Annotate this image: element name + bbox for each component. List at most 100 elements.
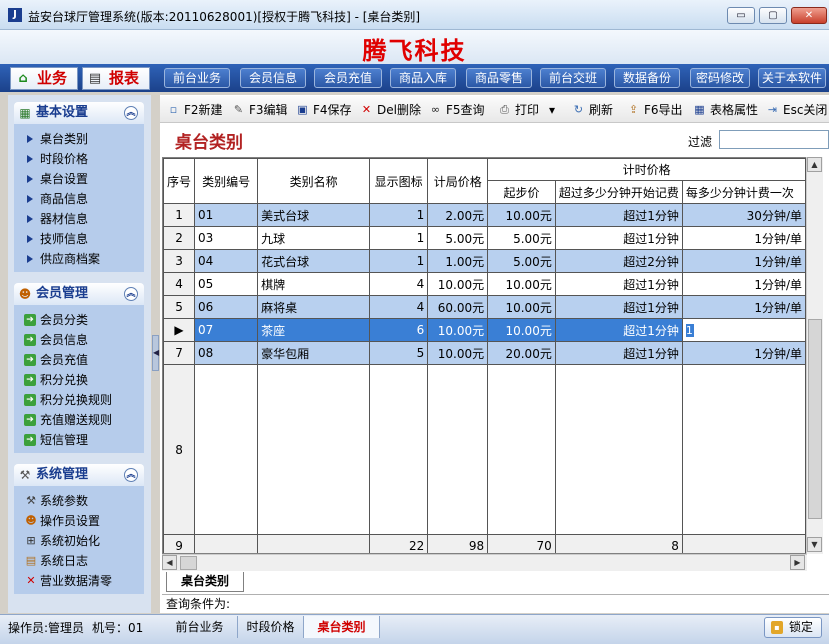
cell-over[interactable]: 超过1分钟 (554, 272, 683, 296)
data-grid[interactable]: 序号 类别编号 类别名称 显示图标 计局价格 计时价格 起步价 超过多少分钟开始… (162, 157, 807, 554)
sidebar-item-goods-info[interactable]: 商品信息 (24, 190, 88, 208)
minimize-button[interactable]: ▭ (727, 7, 755, 24)
cell-over[interactable]: 超过1分钟 (554, 318, 683, 342)
new-button[interactable]: ▫ F2新建 (166, 101, 223, 119)
cell-start[interactable]: 10.00元 (487, 203, 556, 227)
sidebar-item-recharge-bonus-rules[interactable]: ➔ 充值赠送规则 (24, 411, 112, 429)
collapse-panel-icon[interactable]: ◀ (152, 335, 159, 371)
cell-code[interactable]: 05 (194, 272, 259, 296)
sidebar-item-table-category[interactable]: 桌台类别 (24, 130, 88, 148)
cell-every[interactable]: 30分钟/单 (681, 203, 806, 227)
status-tab-period-price[interactable]: 时段价格 (238, 616, 304, 638)
lock-button[interactable]: ▪ 锁定 (764, 617, 822, 638)
edit-button[interactable]: ✎ F3编辑 (231, 101, 288, 119)
cell-every[interactable]: 1分钟/单 (681, 226, 806, 250)
sidebar-item-equipment-info[interactable]: 器材信息 (24, 210, 88, 228)
menu-data-backup[interactable]: 数据备份 (614, 68, 680, 88)
cell-empty[interactable] (554, 364, 683, 535)
sidebar-item-system-params[interactable]: ⚒ 系统参数 (24, 492, 88, 510)
close-form-button[interactable]: ⇥ Esc关闭 (765, 101, 828, 119)
header-icon[interactable]: 显示图标 (369, 158, 429, 204)
sidebar-item-member-category[interactable]: ➔ 会员分类 (24, 311, 88, 329)
collapse-icon[interactable]: ︽ (124, 106, 138, 120)
cell-code[interactable]: 06 (194, 295, 259, 319)
header-seq[interactable]: 序号 (163, 158, 196, 204)
cell-empty[interactable] (369, 364, 429, 535)
cell-price[interactable]: 10.00元 (427, 341, 489, 365)
header-code[interactable]: 类别编号 (194, 158, 259, 204)
cell-every[interactable]: 1分钟/单 (681, 295, 806, 319)
sidebar-item-period-price[interactable]: 时段价格 (24, 150, 88, 168)
tab-business[interactable]: ⌂ 业务 (10, 67, 78, 90)
cell-empty[interactable] (257, 364, 371, 535)
cell-start[interactable]: 10.00元 (487, 272, 556, 296)
cell-over[interactable]: 超过1分钟 (554, 226, 683, 250)
scroll-thumb[interactable] (808, 319, 822, 519)
vertical-scrollbar[interactable]: ▲ ▼ (806, 157, 823, 554)
cell-price[interactable]: 1.00元 (427, 249, 489, 273)
delete-button[interactable]: ✕ Del删除 (359, 101, 421, 119)
menu-front-business[interactable]: 前台业务 (164, 68, 230, 88)
table-row-selected[interactable]: ▶ 07 茶座 6 10.00元 10.00元 超过1分钟 1 (163, 318, 806, 342)
cell-icon[interactable]: 6 (369, 318, 429, 342)
table-row[interactable]: 5 06 麻将桌 4 60.00元 10.00元 超过1分钟 1分钟/单 (163, 295, 806, 319)
scroll-up-icon[interactable]: ▲ (807, 157, 822, 172)
collapse-icon[interactable]: ︽ (124, 468, 138, 482)
scroll-down-icon[interactable]: ▼ (807, 537, 822, 552)
header-every[interactable]: 每多少分钟计费一次 (681, 180, 806, 204)
cell-price[interactable]: 10.00元 (427, 272, 489, 296)
print-dropdown[interactable]: ▾ (549, 101, 555, 119)
cell-name[interactable]: 美式台球 (257, 203, 371, 227)
cell-icon[interactable]: 4 (369, 295, 429, 319)
group-basic-settings[interactable]: ▦ 基本设置 ︽ (14, 102, 144, 124)
cell-name[interactable]: 茶座 (257, 318, 371, 342)
cell-start[interactable]: 20.00元 (487, 341, 556, 365)
cell-over[interactable]: 超过1分钟 (554, 295, 683, 319)
header-over[interactable]: 超过多少分钟开始记费 (554, 180, 683, 204)
filter-input[interactable] (719, 130, 829, 149)
refresh-button[interactable]: ↻ 刷新 (571, 101, 613, 119)
print-button[interactable]: ⎙ 打印 (497, 101, 539, 119)
horizontal-scrollbar[interactable]: ◀ ▶ (162, 554, 807, 571)
header-name[interactable]: 类别名称 (257, 158, 371, 204)
cell-icon[interactable]: 1 (369, 249, 429, 273)
sidebar-item-member-info[interactable]: ➔ 会员信息 (24, 331, 88, 349)
close-button[interactable]: ✕ (791, 7, 827, 24)
cell-empty[interactable] (194, 364, 259, 535)
cell-name[interactable]: 九球 (257, 226, 371, 250)
cell-start[interactable]: 5.00元 (487, 249, 556, 273)
menu-about[interactable]: 关于本软件 (758, 68, 826, 88)
table-row[interactable]: 7 08 豪华包厢 5 10.00元 20.00元 超过1分钟 1分钟/单 (163, 341, 806, 365)
status-tab-front-business[interactable]: 前台业务 (162, 616, 238, 638)
cell-code[interactable]: 01 (194, 203, 259, 227)
cell-empty[interactable] (487, 364, 556, 535)
cell-price[interactable]: 60.00元 (427, 295, 489, 319)
cell-empty[interactable] (427, 364, 489, 535)
cell-start[interactable]: 5.00元 (487, 226, 556, 250)
cell-price[interactable]: 5.00元 (427, 226, 489, 250)
menu-goods-retail[interactable]: 商品零售 (466, 68, 532, 88)
export-button[interactable]: ⇪ F6导出 (626, 101, 683, 119)
sidebar-item-supplier[interactable]: 供应商档案 (24, 250, 100, 268)
query-button[interactable]: ∞ F5查询 (428, 101, 485, 119)
table-props-button[interactable]: ▦ 表格属性 (692, 101, 758, 119)
cell-name[interactable]: 棋牌 (257, 272, 371, 296)
sidebar-item-operator-setup[interactable]: ☻ 操作员设置 (24, 512, 100, 530)
cell-icon[interactable]: 4 (369, 272, 429, 296)
sidebar-item-sms-management[interactable]: ➔ 短信管理 (24, 431, 88, 449)
cell-price[interactable]: 10.00元 (427, 318, 489, 342)
scroll-left-icon[interactable]: ◀ (162, 555, 177, 570)
sidebar-item-points-rules[interactable]: ➔ 积分兑换规则 (24, 391, 112, 409)
cell-over[interactable]: 超过1分钟 (554, 203, 683, 227)
cell-every-editing[interactable]: 1 (681, 318, 806, 342)
collapse-icon[interactable]: ︽ (124, 287, 138, 301)
cell-name[interactable]: 麻将桌 (257, 295, 371, 319)
grid-sheet-tab[interactable]: 桌台类别 (166, 572, 244, 592)
cell-name[interactable]: 花式台球 (257, 249, 371, 273)
sidebar-item-points-exchange[interactable]: ➔ 积分兑换 (24, 371, 88, 389)
scroll-thumb-h[interactable] (180, 556, 197, 570)
tab-reports[interactable]: ▤ 报表 (82, 67, 150, 90)
cell-name[interactable]: 豪华包厢 (257, 341, 371, 365)
cell-empty[interactable] (681, 364, 806, 535)
cell-icon[interactable]: 1 (369, 226, 429, 250)
